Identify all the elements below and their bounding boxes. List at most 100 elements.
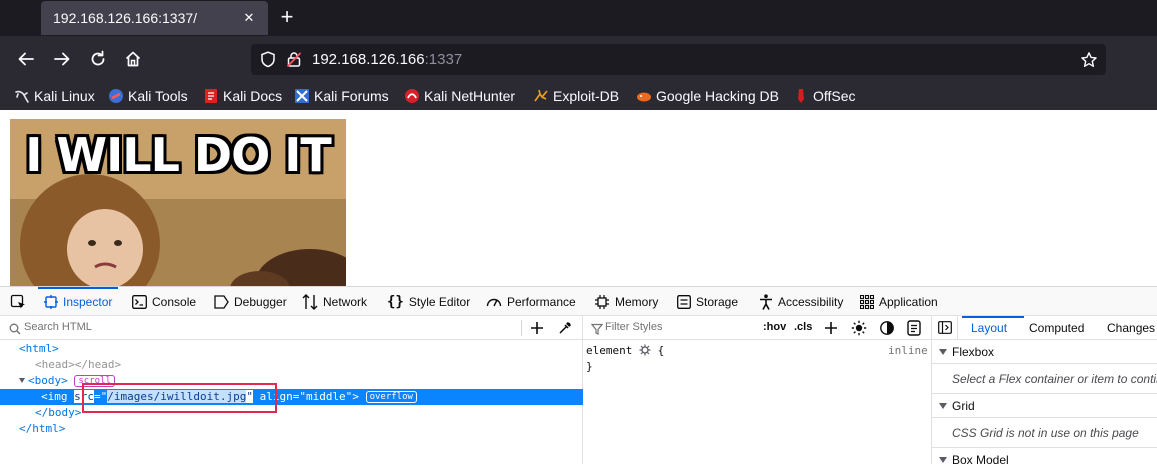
layout-sidebar: Layout Computed Changes Flexbox Select a…: [932, 316, 1157, 464]
bookmark-label: Kali Tools: [128, 88, 188, 104]
new-tab-icon[interactable]: +: [276, 6, 298, 28]
bookmark-google-hacking-db[interactable]: Google Hacking DB: [636, 86, 779, 106]
kali-nethunter-icon: [404, 88, 420, 104]
navigation-bar: 192.168.126.166:1337: [0, 36, 1157, 82]
performance-icon: [486, 298, 502, 306]
forward-icon[interactable]: [51, 48, 73, 70]
cls-toggle[interactable]: .cls: [794, 321, 812, 333]
light-scheme-icon[interactable]: [851, 320, 867, 341]
print-media-icon[interactable]: [907, 320, 921, 341]
reload-icon[interactable]: [87, 48, 109, 70]
application-icon: [860, 294, 874, 309]
gear-icon[interactable]: [639, 344, 651, 361]
offsec-icon: [793, 88, 809, 104]
bookmark-kali-linux[interactable]: Kali Linux: [14, 86, 95, 106]
meme-caption: I WILL DO IT: [25, 128, 331, 182]
tab-application[interactable]: Application: [860, 287, 938, 316]
chevron-down-icon: [939, 403, 947, 409]
url-bar[interactable]: 192.168.126.166:1337: [251, 44, 1106, 75]
tab-changes[interactable]: Changes: [1107, 321, 1155, 335]
tag-text: <html>: [19, 342, 59, 355]
tab-storage[interactable]: Storage: [677, 287, 738, 316]
dark-scheme-icon[interactable]: [879, 320, 895, 341]
box-model-section-header[interactable]: Box Model: [932, 448, 1157, 464]
tab-label: Application: [879, 294, 938, 309]
grid-section-header[interactable]: Grid: [932, 394, 1157, 418]
eyedropper-icon[interactable]: [558, 321, 572, 340]
tab-computed[interactable]: Computed: [1029, 321, 1084, 335]
markup-toolbar: Search HTML: [0, 316, 582, 340]
tab-label: Performance: [507, 294, 576, 309]
tab-network[interactable]: Network: [302, 287, 367, 316]
section-title: Grid: [952, 399, 975, 413]
tab-bar: 192.168.126.166:1337/ ✕ +: [0, 0, 1157, 36]
separator: [957, 316, 958, 340]
overflow-badge[interactable]: overflow: [365, 391, 417, 403]
shield-icon[interactable]: [260, 51, 276, 73]
html-close-node: </html>: [19, 421, 65, 437]
bookmark-offsec[interactable]: OffSec: [793, 86, 856, 106]
tab-performance[interactable]: Performance: [486, 287, 576, 316]
tag-text: <body>: [28, 374, 68, 387]
bookmark-kali-nethunter[interactable]: Kali NetHunter: [404, 86, 515, 106]
url-text[interactable]: 192.168.126.166:1337: [312, 51, 462, 68]
tab-console[interactable]: Console: [132, 287, 196, 316]
hov-toggle[interactable]: :hov: [763, 321, 786, 333]
expand-arrow-icon[interactable]: [19, 378, 25, 383]
tab-inspector[interactable]: Inspector: [37, 287, 119, 316]
tab-label: Accessibility: [778, 294, 844, 309]
bookmark-star-icon[interactable]: [1080, 51, 1098, 74]
tab-label: Memory: [615, 294, 659, 309]
tab-label: Style Editor: [408, 294, 471, 309]
filter-styles-input[interactable]: Filter Styles: [605, 321, 662, 333]
grid-empty-message: CSS Grid is not in use on this page: [952, 426, 1139, 440]
bookmark-exploit-db[interactable]: Exploit-DB: [533, 86, 619, 106]
kali-docs-icon: [203, 88, 219, 104]
markup-view: Search HTML <html> <head></head> <body> …: [0, 316, 583, 464]
head-node[interactable]: <head></head>: [35, 357, 121, 373]
devtools-panel: Search HTML <html> <head></head> <body> …: [0, 316, 1157, 464]
add-node-icon[interactable]: [530, 321, 544, 340]
active-tab-indicator: [962, 316, 1024, 318]
bookmarks-toolbar: Kali Linux Kali Tools Kali Docs Kali For…: [0, 82, 1157, 110]
browser-tab[interactable]: 192.168.126.166:1337/ ✕: [41, 1, 268, 35]
bookmark-kali-tools[interactable]: Kali Tools: [108, 86, 188, 106]
attr-value: ="middle": [292, 390, 353, 403]
bookmark-kali-forums[interactable]: Kali Forums: [294, 86, 389, 106]
bookmark-label: OffSec: [813, 88, 856, 104]
add-rule-icon[interactable]: [824, 321, 838, 340]
tab-style-editor[interactable]: {} Style Editor: [387, 287, 470, 316]
tab-label: Console: [152, 294, 197, 309]
bookmark-label: Kali Linux: [34, 88, 95, 104]
accessibility-icon: [760, 293, 772, 310]
bookmark-label: Kali NetHunter: [424, 88, 516, 104]
element-picker-icon[interactable]: [10, 287, 31, 316]
section-title: Box Model: [952, 453, 1009, 464]
html-open-node[interactable]: <html>: [19, 341, 59, 357]
sidebar-toggle-icon[interactable]: [938, 321, 952, 339]
kali-tools-icon: [108, 88, 124, 104]
close-tab-icon[interactable]: ✕: [240, 9, 258, 27]
inspector-icon: [44, 294, 58, 309]
tab-accessibility[interactable]: Accessibility: [759, 287, 843, 316]
insecure-lock-icon[interactable]: [286, 51, 302, 73]
tab-memory[interactable]: Memory: [594, 287, 658, 316]
search-html-input[interactable]: Search HTML: [24, 321, 92, 333]
console-icon: [132, 294, 147, 309]
tab-debugger[interactable]: Debugger: [214, 287, 287, 316]
home-icon[interactable]: [122, 48, 144, 70]
tag-text: <img: [41, 390, 75, 403]
bookmark-kali-docs[interactable]: Kali Docs: [203, 86, 282, 106]
element-rule-selector[interactable]: element {: [586, 343, 664, 359]
flexbox-section-body: Select a Flex container or item to conti…: [932, 364, 1157, 394]
tab-layout[interactable]: Layout: [971, 321, 1007, 335]
bookmark-label: Google Hacking DB: [656, 88, 779, 104]
chevron-down-icon: [939, 457, 947, 463]
kali-dragon-icon: [14, 88, 30, 104]
filter-icon: [590, 322, 604, 340]
separator: [521, 320, 522, 336]
debugger-icon: [214, 294, 229, 309]
back-icon[interactable]: [15, 48, 37, 70]
ghdb-icon: [636, 88, 652, 104]
flexbox-section-header[interactable]: Flexbox: [932, 340, 1157, 364]
